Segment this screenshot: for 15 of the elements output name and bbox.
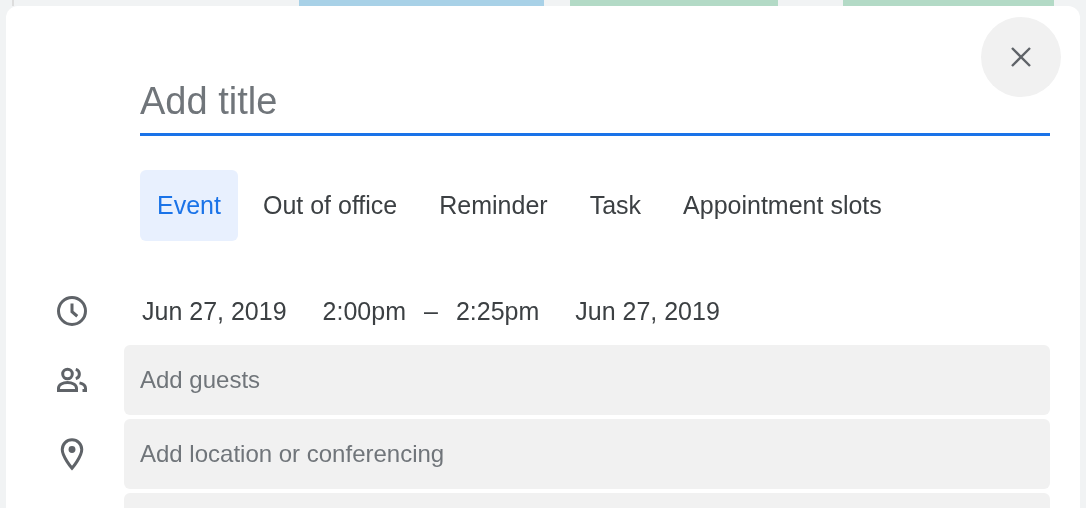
location-field[interactable]: Add location or conferencing <box>124 419 1050 489</box>
tab[interactable]: Event <box>140 170 238 241</box>
end-date[interactable]: Jun 27, 2019 <box>575 296 720 326</box>
guests-field[interactable]: Add guests <box>124 345 1050 415</box>
start-date[interactable]: Jun 27, 2019 <box>142 296 287 326</box>
tab[interactable]: Reminder <box>422 170 565 241</box>
title-field[interactable]: Add title <box>140 80 1050 136</box>
clock-icon <box>54 293 90 329</box>
close-icon <box>1009 45 1033 69</box>
tab[interactable]: Task <box>572 170 659 241</box>
time-separator: – <box>423 296 438 326</box>
end-time[interactable]: 2:25pm <box>455 296 540 326</box>
tab[interactable]: Appointment slots <box>666 170 899 241</box>
tab[interactable]: Out of office <box>245 170 415 241</box>
start-time[interactable]: 2:00pm <box>322 296 406 326</box>
